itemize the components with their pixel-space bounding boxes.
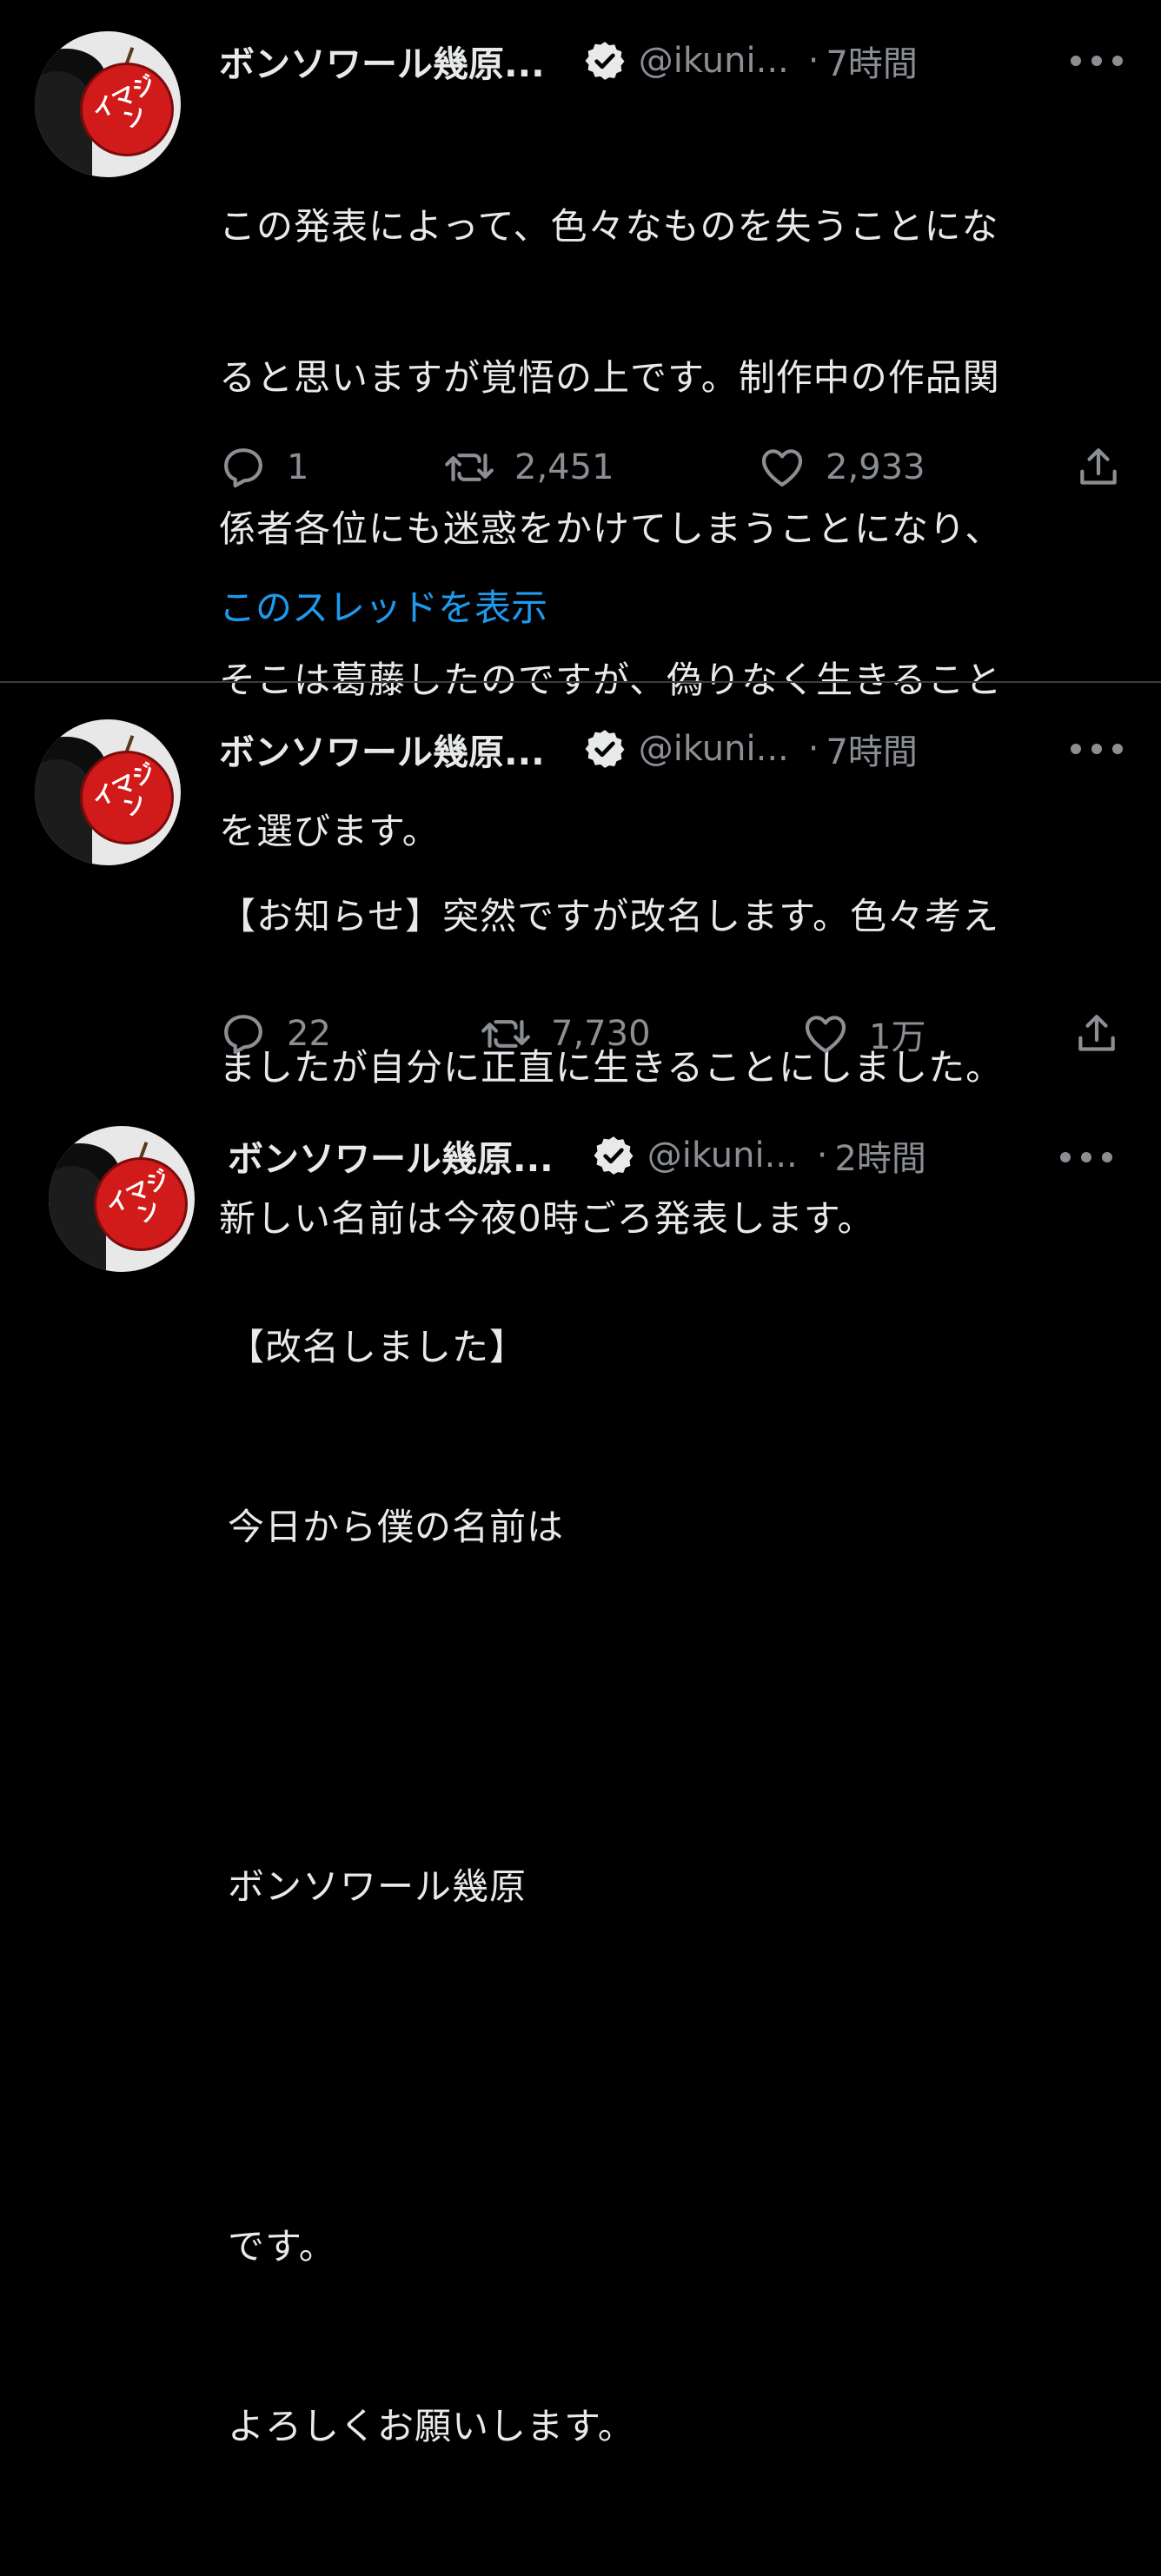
tweet-text-line (228, 2036, 635, 2096)
tweet-text-line: です。 (228, 2225, 336, 2268)
tweet-text-line: 【改名しました】 (228, 1326, 527, 1368)
timestamp[interactable]: 7時間 (826, 724, 917, 774)
reply-button[interactable]: 1 (219, 441, 308, 493)
tweet-text-line: よろしくお願いします。 (228, 2405, 635, 2447)
timestamp[interactable]: 7時間 (826, 36, 917, 86)
share-button[interactable] (1072, 441, 1125, 493)
display-name[interactable]: ボンソワール幾原... (219, 723, 545, 775)
user-handle[interactable]: @ikuni... (647, 1136, 798, 1175)
retweet-button[interactable]: 7,730 (480, 1008, 651, 1060)
more-options-icon[interactable] (1071, 740, 1123, 758)
separator-dot: · (807, 41, 819, 81)
tweet-1[interactable]: イマジン ボンソワール幾原... @ikuni... · 7時間 この発表によっ… (0, 0, 1161, 852)
tweet-2[interactable]: イマジン ボンソワール幾原... @ikuni... · 7時間 【お知らせ】突… (0, 683, 1161, 1240)
like-count: 1万 (869, 1017, 926, 1057)
reply-button[interactable]: 22 (219, 1008, 331, 1060)
verified-badge-icon (594, 1136, 634, 1175)
tweet-text-line: この発表によって、色々なものを失うことにな (219, 205, 999, 248)
share-icon (1078, 1015, 1115, 1051)
tweet-text-line: 係者各位にも迷惑をかけてしまうことになり、 (219, 507, 1003, 550)
tweet-3[interactable]: イマジン ボンソワール幾原... @ikuni... · 2時間 【改名しました… (0, 1109, 1161, 2447)
share-icon (1080, 448, 1117, 485)
more-options-icon[interactable] (1071, 52, 1123, 70)
retweet-button[interactable]: 2,451 (443, 441, 614, 493)
tweet-text-line: ボンソワール幾原 (228, 1865, 527, 1908)
separator-dot: · (816, 1136, 828, 1175)
tweet-header: ボンソワール幾原... @ikuni... · 2時間 (228, 1129, 926, 1182)
user-handle[interactable]: @ikuni... (639, 729, 789, 769)
tweet-text-line: 【お知らせ】突然ですが改名します。色々考え (219, 895, 999, 937)
retweet-icon (445, 454, 494, 481)
like-button[interactable]: 2,933 (758, 441, 925, 493)
tweet-actions: 22 7,730 1万 (0, 1008, 1161, 1060)
retweet-count: 2,451 (514, 447, 614, 487)
like-icon (805, 1016, 846, 1053)
more-options-icon[interactable] (1060, 1149, 1112, 1166)
user-handle[interactable]: @ikuni... (639, 41, 789, 81)
tweet-text-line: 今日から僕の名前は (228, 1506, 565, 1548)
verified-badge-icon (585, 730, 625, 768)
reply-icon (224, 1015, 262, 1055)
verified-badge-icon (585, 42, 625, 80)
avatar[interactable]: イマジン (49, 1126, 195, 1272)
retweet-count: 7,730 (551, 1014, 651, 1054)
avatar[interactable]: イマジン (35, 719, 181, 865)
tweet-header: ボンソワール幾原... @ikuni... · 7時間 (219, 723, 918, 775)
tweet-actions: 1 2,451 2,933 (0, 441, 1161, 493)
retweet-icon (481, 1020, 530, 1048)
like-icon (761, 449, 803, 487)
share-button[interactable] (1071, 1008, 1123, 1060)
separator-dot: · (807, 729, 819, 769)
reply-count: 1 (287, 447, 309, 487)
tweet-text-line (228, 1677, 635, 1737)
tweet-text: 【改名しました】 今日から僕の名前は ボンソワール幾原 です。 よろしくお願いし… (228, 1197, 635, 2576)
timestamp[interactable]: 2時間 (834, 1130, 925, 1181)
like-button[interactable]: 1万 (801, 1008, 925, 1060)
like-count: 2,933 (826, 447, 925, 487)
reply-count: 22 (287, 1014, 331, 1054)
display-name[interactable]: ボンソワール幾原... (219, 35, 545, 87)
avatar[interactable]: イマジン (35, 31, 181, 177)
display-name[interactable]: ボンソワール幾原... (228, 1129, 554, 1182)
reply-icon (224, 448, 262, 488)
tweet-header: ボンソワール幾原... @ikuni... · 7時間 (219, 35, 918, 87)
timeline: イマジン ボンソワール幾原... @ikuni... · 7時間 この発表によっ… (0, 0, 1161, 2447)
show-thread-link[interactable]: このスレッドを表示 (219, 579, 547, 632)
tweet-text-line: ると思いますが覚悟の上です。制作中の作品関 (219, 356, 1000, 399)
